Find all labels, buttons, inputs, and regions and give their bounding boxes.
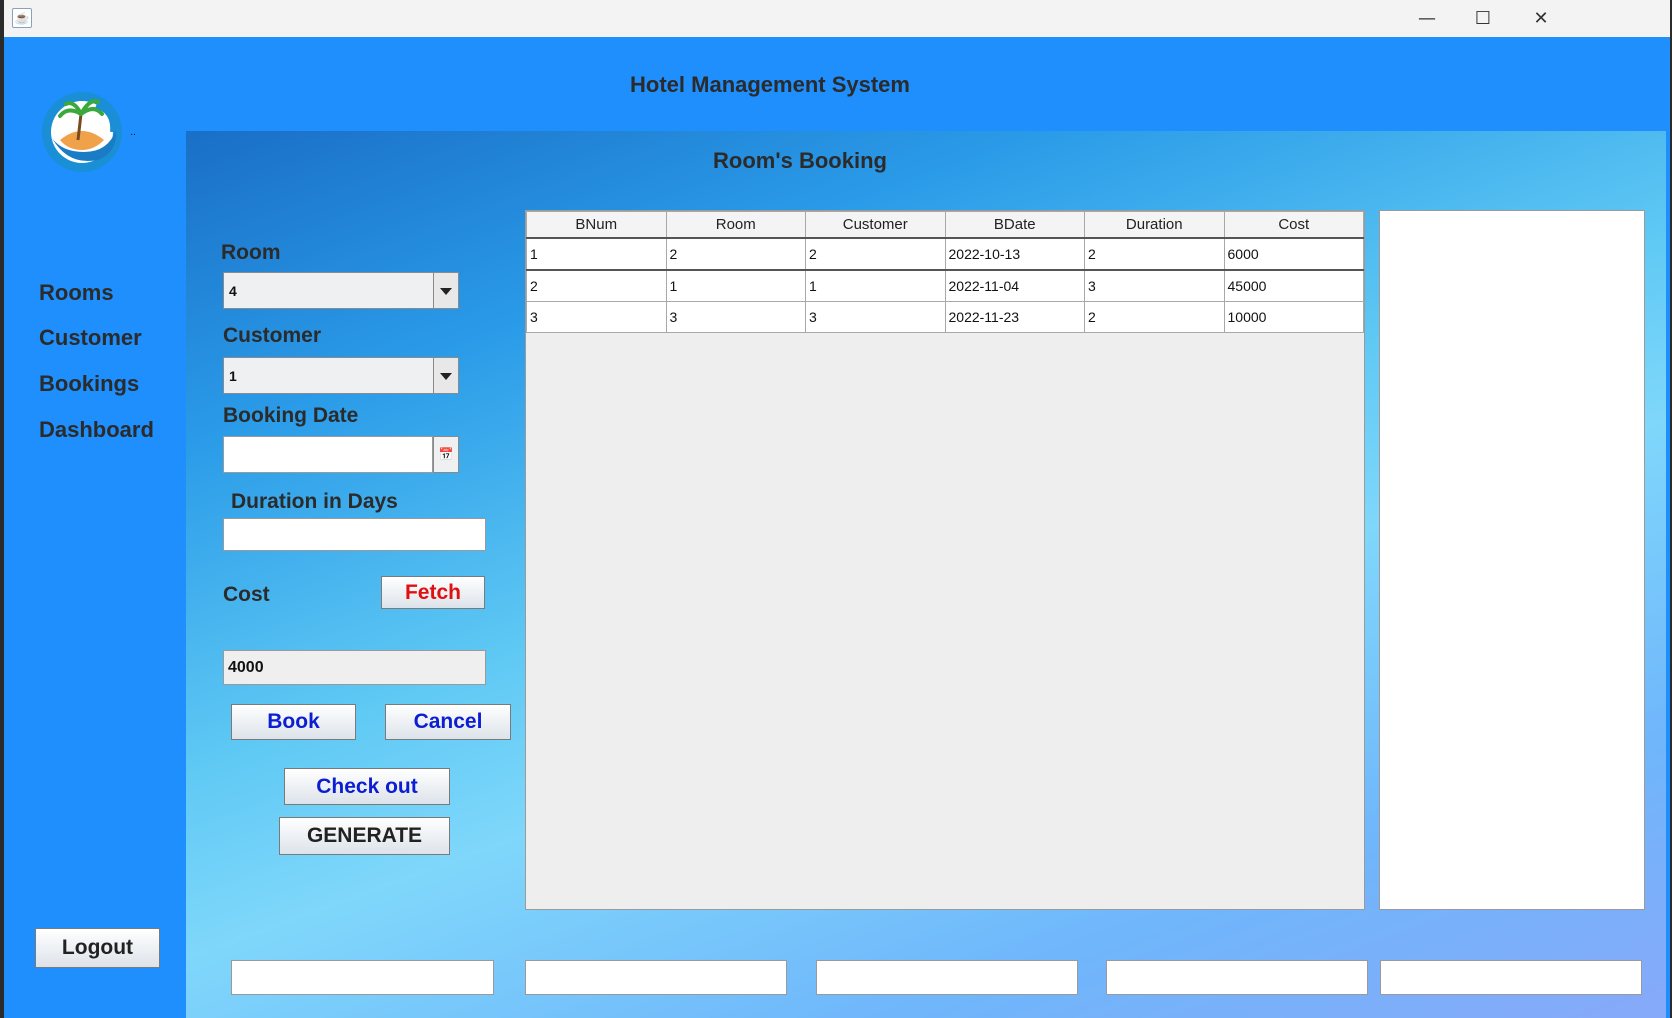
column-header-bdate[interactable]: BDate bbox=[944, 211, 1085, 239]
chevron-down-icon[interactable] bbox=[433, 358, 458, 393]
close-button[interactable]: ✕ bbox=[1512, 0, 1570, 37]
booking-date-label: Booking Date bbox=[223, 404, 359, 427]
minimize-button[interactable]: — bbox=[1398, 0, 1456, 37]
table-cell[interactable]: 3 bbox=[526, 301, 667, 333]
table-cell[interactable]: 2 bbox=[1084, 237, 1225, 271]
table-cell[interactable]: 6000 bbox=[1223, 237, 1364, 271]
table-cell[interactable]: 1 bbox=[526, 237, 667, 271]
table-cell[interactable]: 1 bbox=[665, 269, 806, 302]
customer-select[interactable]: 1 bbox=[223, 357, 459, 394]
table-cell[interactable]: 2022-11-23 bbox=[944, 301, 1085, 333]
page-title: Room's Booking bbox=[713, 148, 887, 173]
duration-field[interactable] bbox=[223, 518, 486, 551]
bookings-table-panel: BNum Room Customer BDate Duration Cost 1… bbox=[525, 210, 1365, 910]
sidebar-item-rooms[interactable]: Rooms bbox=[39, 280, 114, 306]
table-row[interactable]: 3 3 3 2022-11-23 2 10000 bbox=[526, 301, 1364, 333]
table-cell[interactable]: 3 bbox=[805, 301, 946, 333]
cost-field[interactable]: 4000 bbox=[223, 650, 486, 685]
bookings-table: BNum Room Customer BDate Duration Cost 1… bbox=[526, 211, 1364, 333]
table-row[interactable]: 1 2 2 2022-10-13 2 6000 bbox=[526, 237, 1364, 271]
column-header-customer[interactable]: Customer bbox=[805, 211, 946, 239]
column-header-cost[interactable]: Cost bbox=[1223, 211, 1364, 239]
checkout-button[interactable]: Check out bbox=[284, 768, 450, 805]
table-cell[interactable]: 2 bbox=[526, 269, 667, 302]
room-select[interactable]: 4 bbox=[223, 272, 459, 309]
chevron-down-icon[interactable] bbox=[433, 273, 458, 308]
table-cell[interactable]: 2022-11-04 bbox=[944, 269, 1085, 302]
table-cell[interactable]: 2 bbox=[805, 237, 946, 271]
generate-button[interactable]: GENERATE bbox=[279, 817, 450, 855]
logo-suffix: .. bbox=[130, 126, 137, 138]
room-label: Room bbox=[221, 241, 281, 264]
logout-button[interactable]: Logout bbox=[35, 928, 160, 968]
bottom-field-4[interactable] bbox=[1106, 960, 1368, 995]
book-button[interactable]: Book bbox=[231, 704, 356, 740]
fetch-button[interactable]: Fetch bbox=[381, 576, 485, 609]
room-select-value: 4 bbox=[229, 283, 237, 299]
table-cell[interactable]: 3 bbox=[665, 301, 806, 333]
customer-select-value: 1 bbox=[229, 368, 237, 384]
booking-date-field[interactable] bbox=[223, 436, 433, 473]
table-cell[interactable]: 2022-10-13 bbox=[944, 237, 1085, 271]
bottom-field-2[interactable] bbox=[525, 960, 787, 995]
cost-label: Cost bbox=[223, 583, 270, 606]
customer-label: Customer bbox=[223, 324, 322, 347]
app-title: Hotel Management System bbox=[630, 72, 910, 97]
table-cell[interactable]: 3 bbox=[1084, 269, 1225, 302]
duration-label: Duration in Days bbox=[231, 490, 398, 513]
java-icon: ☕ bbox=[12, 8, 32, 28]
column-header-bnum[interactable]: BNum bbox=[526, 211, 667, 239]
table-cell[interactable]: 10000 bbox=[1223, 301, 1364, 333]
table-row[interactable]: 2 1 1 2022-11-04 3 45000 bbox=[526, 269, 1364, 302]
sidebar-item-dashboard[interactable]: Dashboard bbox=[39, 417, 154, 443]
maximize-button[interactable]: ☐ bbox=[1454, 0, 1512, 37]
sidebar-item-bookings[interactable]: Bookings bbox=[39, 371, 139, 397]
bottom-field-3[interactable] bbox=[816, 960, 1078, 995]
sidebar-item-customer[interactable]: Customer bbox=[39, 325, 142, 351]
table-cell[interactable]: 1 bbox=[805, 269, 946, 302]
table-header-row: BNum Room Customer BDate Duration Cost bbox=[526, 211, 1364, 239]
cancel-button[interactable]: Cancel bbox=[385, 704, 511, 740]
bottom-field-1[interactable] bbox=[231, 960, 494, 995]
table-cell[interactable]: 2 bbox=[1084, 301, 1225, 333]
receipt-text-area[interactable] bbox=[1379, 210, 1645, 910]
table-cell[interactable]: 45000 bbox=[1223, 269, 1364, 302]
calendar-icon[interactable]: 📅 bbox=[433, 436, 459, 473]
bottom-field-5[interactable] bbox=[1380, 960, 1642, 995]
title-bar: ☕ — ☐ ✕ bbox=[4, 0, 1670, 37]
table-cell[interactable]: 2 bbox=[665, 237, 806, 271]
column-header-duration[interactable]: Duration bbox=[1084, 211, 1225, 239]
column-header-room[interactable]: Room bbox=[665, 211, 806, 239]
